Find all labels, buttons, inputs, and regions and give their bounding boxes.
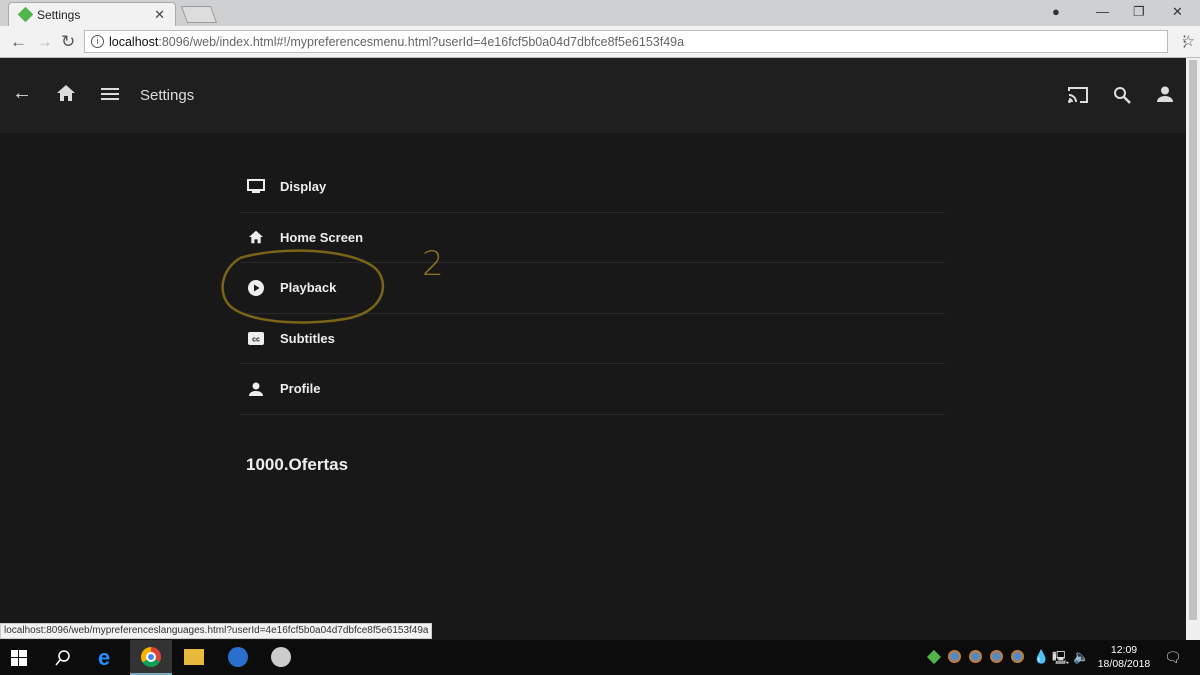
menu-item-home-screen[interactable]: Home Screen — [240, 213, 945, 263]
tray-app-icon[interactable] — [990, 650, 1003, 663]
menu-item-subtitles[interactable]: cc Subtitles — [240, 314, 945, 364]
forward-icon[interactable]: → — [36, 32, 53, 52]
restore-button[interactable]: ❐ — [1133, 4, 1145, 20]
browser-menu-icon[interactable]: ⋮ — [1177, 32, 1192, 50]
app-header: ← Settings — [0, 58, 1186, 133]
close-tab-icon[interactable]: ✕ — [154, 7, 165, 23]
page-title: Settings — [140, 87, 195, 104]
server-name: 1000.Ofertas — [246, 455, 349, 474]
clock-date: 18/08/2018 — [1097, 658, 1151, 670]
tray-app-icon[interactable] — [969, 650, 982, 663]
app-globe-icon[interactable] — [228, 647, 248, 667]
paint-app-icon[interactable] — [271, 647, 291, 667]
settings-menu: Display Home Screen Playback cc Subtitles… — [240, 162, 945, 415]
tab-title: Settings — [37, 8, 81, 22]
menu-item-playback[interactable]: Playback — [240, 263, 945, 314]
close-window-button[interactable]: ✕ — [1172, 4, 1183, 20]
menu-item-display[interactable]: Display — [240, 162, 945, 213]
search-icon[interactable] — [1113, 86, 1131, 104]
network-icon[interactable]: 🖳 — [1052, 649, 1069, 671]
menu-item-label: Profile — [280, 381, 321, 397]
address-bar-row: ← → ↻ i localhost:8096/web/index.html#!/m… — [0, 26, 1200, 58]
edge-icon[interactable]: e — [98, 645, 120, 670]
menu-item-label: Subtitles — [280, 330, 335, 346]
person-icon — [249, 382, 263, 396]
status-bar-url: localhost:8096/web/mypreferenceslanguage… — [0, 623, 433, 639]
menu-item-profile[interactable]: Profile — [240, 364, 945, 415]
notifications-icon[interactable]: 🗨 — [1164, 649, 1182, 666]
menu-item-label: Playback — [280, 280, 337, 296]
browser-tab-bar: Settings ✕ ● — ❐ ✕ — [0, 0, 1200, 26]
minimize-button[interactable]: — — [1096, 4, 1109, 19]
home-icon[interactable] — [56, 84, 76, 102]
emby-tray-icon[interactable] — [926, 649, 942, 665]
url-input[interactable]: i localhost:8096/web/index.html#!/myprefe… — [84, 30, 1195, 53]
back-arrow-icon[interactable]: ← — [12, 82, 32, 105]
chrome-icon — [141, 647, 161, 667]
annotation-number: 2 — [422, 244, 444, 284]
file-explorer-icon[interactable] — [184, 649, 204, 665]
back-icon[interactable]: ← — [10, 32, 27, 52]
monitor-icon — [247, 179, 265, 194]
svg-text:cc: cc — [252, 336, 260, 343]
tray-app-icon[interactable] — [948, 650, 961, 663]
url-host: localhost — [109, 35, 159, 49]
volume-icon[interactable]: 🔈 — [1073, 649, 1089, 665]
scrollbar-thumb[interactable] — [1189, 60, 1197, 620]
water-drop-icon[interactable]: 💧 — [1033, 649, 1049, 665]
clock[interactable]: 12:09 18/08/2018 — [1094, 643, 1154, 671]
scrollbar[interactable] — [1186, 58, 1200, 640]
windows-start-icon[interactable] — [11, 650, 33, 672]
emby-favicon-icon — [17, 6, 34, 23]
search-icon[interactable] — [55, 650, 77, 672]
profile-icon[interactable]: ● — [1052, 4, 1060, 19]
closed-caption-icon: cc — [248, 331, 264, 345]
tray-app-icon[interactable] — [1011, 650, 1024, 663]
hamburger-menu-icon[interactable] — [101, 87, 119, 101]
clock-time: 12:09 — [1110, 644, 1138, 656]
browser-tab[interactable]: Settings ✕ — [8, 2, 176, 26]
home-icon — [249, 231, 263, 244]
cast-icon[interactable] — [1067, 86, 1089, 104]
reload-icon[interactable]: ↻ — [61, 32, 75, 52]
chrome-taskbar-button[interactable] — [130, 640, 172, 675]
new-tab-button[interactable] — [180, 6, 218, 23]
play-circle-icon — [248, 279, 264, 296]
info-icon[interactable]: i — [91, 35, 104, 48]
menu-item-label: Display — [280, 179, 327, 195]
taskbar: e 💧 🖳 🔈 12:09 18/08/2018 🗨 — [0, 640, 1200, 675]
user-icon[interactable] — [1157, 86, 1173, 102]
menu-item-label: Home Screen — [280, 229, 364, 245]
url-path: :8096/web/index.html#!/mypreferencesmenu… — [158, 35, 685, 49]
